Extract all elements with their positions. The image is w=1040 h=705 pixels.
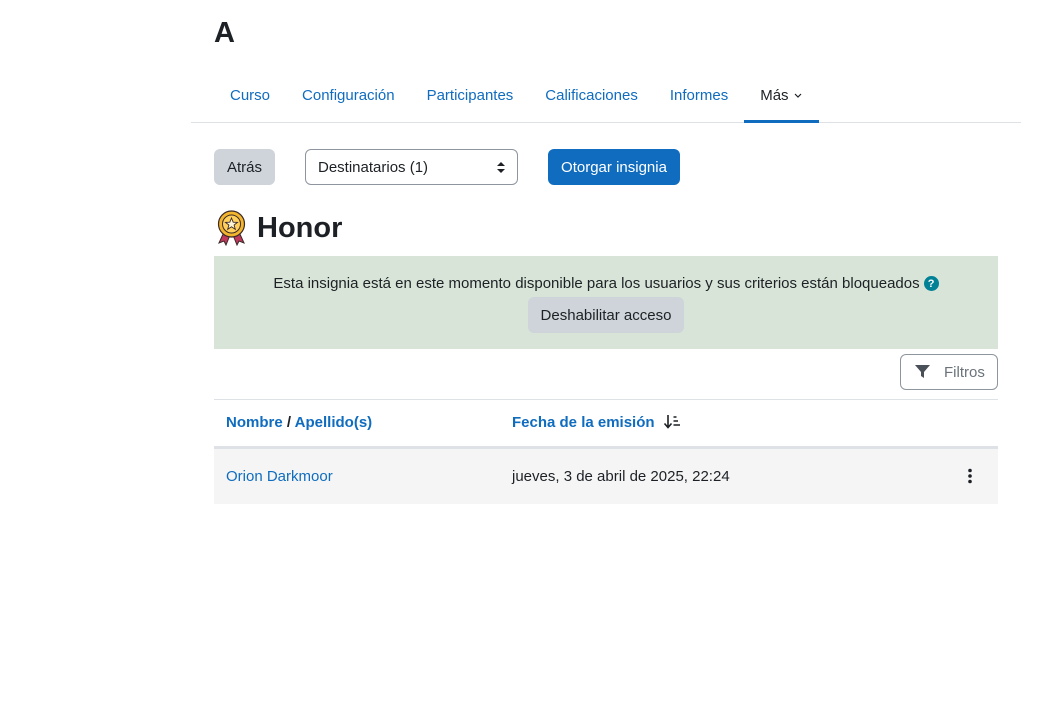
badge-heading: Honor <box>216 210 342 246</box>
date-column-header[interactable]: Fecha de la emisión <box>512 414 681 431</box>
filter-icon <box>915 365 930 378</box>
award-badge-button[interactable]: Otorgar insignia <box>548 149 680 185</box>
tab-participantes[interactable]: Participantes <box>411 68 530 122</box>
tab-calificaciones[interactable]: Calificaciones <box>529 68 654 122</box>
secondary-navigation: Curso Configuración Participantes Califi… <box>191 68 1021 123</box>
filters-label: Filtros <box>944 363 985 381</box>
help-icon[interactable]: ? <box>923 276 939 291</box>
sort-last-name-link[interactable]: Apellido(s) <box>295 414 373 431</box>
tab-informes[interactable]: Informes <box>654 68 744 122</box>
chevron-down-icon <box>794 93 801 98</box>
select-arrows-icon <box>497 162 505 173</box>
back-button[interactable]: Atrás <box>214 149 275 185</box>
issue-date: jueves, 3 de abril de 2025, 22:24 <box>512 468 730 485</box>
alert-message: Esta insignia está en este momento dispo… <box>273 275 920 292</box>
tab-mas[interactable]: Más <box>744 68 819 123</box>
select-value: Destinatarios (1) <box>318 158 429 176</box>
tab-label: Informes <box>669 86 729 104</box>
header-separator: / <box>286 414 292 431</box>
kebab-menu-icon[interactable] <box>966 468 974 484</box>
table-header: Nombre / Apellido(s) Fecha de la emisión <box>214 400 998 449</box>
badge-title: Honor <box>257 211 343 244</box>
badge-medal-icon <box>217 210 246 246</box>
name-column-header: Nombre / Apellido(s) <box>226 414 372 431</box>
disable-access-button[interactable]: Deshabilitar acceso <box>528 297 684 333</box>
filters-button[interactable]: Filtros <box>900 354 998 390</box>
tab-label: Configuración <box>302 86 395 104</box>
tab-label: Curso <box>230 86 271 104</box>
badge-status-alert: Esta insignia está en este momento dispo… <box>214 256 998 349</box>
course-title: A <box>214 17 235 49</box>
table-row: Orion Darkmoor jueves, 3 de abril de 202… <box>214 449 998 504</box>
recipients-select[interactable]: Destinatarios (1) <box>305 149 518 185</box>
sort-first-name-link[interactable]: Nombre <box>226 414 283 431</box>
tab-configuracion[interactable]: Configuración <box>286 68 411 122</box>
tab-label: Participantes <box>426 86 514 104</box>
tab-label: Más <box>760 86 789 104</box>
recipient-name-link[interactable]: Orion Darkmoor <box>226 468 333 485</box>
sort-descending-icon <box>663 415 680 429</box>
tab-curso[interactable]: Curso <box>191 68 286 122</box>
tab-label: Calificaciones <box>545 86 638 104</box>
sort-date-link[interactable]: Fecha de la emisión <box>512 414 655 431</box>
